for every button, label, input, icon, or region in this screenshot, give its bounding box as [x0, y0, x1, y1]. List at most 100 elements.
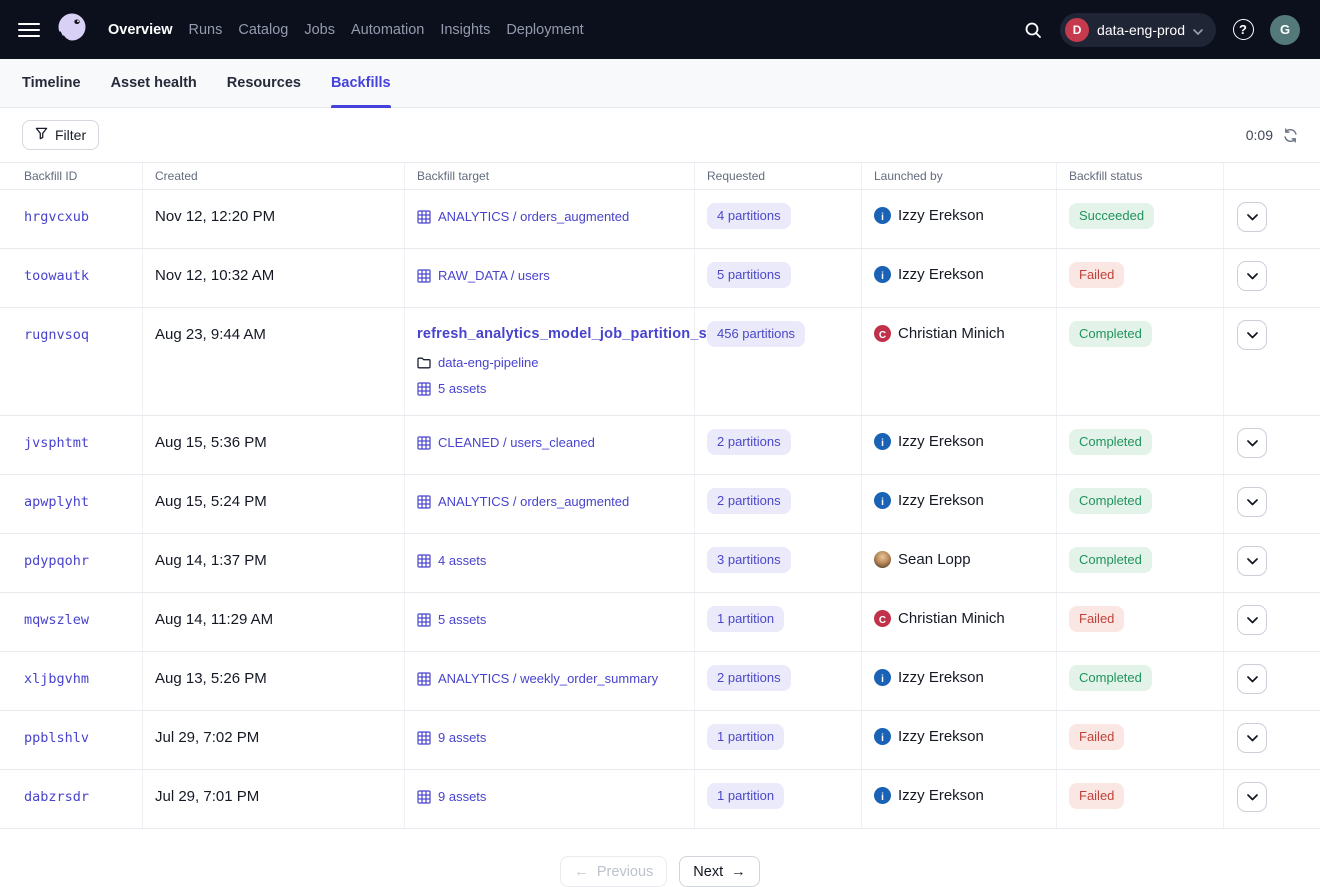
backfill-id-link[interactable]: xljbgvhm: [24, 671, 89, 687]
previous-page-button[interactable]: ← Previous: [560, 856, 667, 887]
backfill-status-badge: Failed: [1069, 783, 1124, 809]
tab-backfills[interactable]: Backfills: [331, 59, 391, 107]
created-timestamp: Nov 12, 10:32 AM: [155, 267, 274, 284]
nav-item-runs[interactable]: Runs: [189, 22, 223, 38]
target-link[interactable]: 9 assets: [438, 727, 486, 748]
tab-asset-health[interactable]: Asset health: [111, 59, 197, 107]
table-body: hrgvcxub Nov 12, 12:20 PM ANALYTICS / or…: [0, 190, 1320, 829]
requested-partitions-badge: 2 partitions: [707, 429, 791, 455]
backfill-target-cell: RAW_DATA / users: [405, 249, 695, 307]
search-icon[interactable]: [1018, 15, 1048, 45]
row-actions-dropdown-button[interactable]: [1237, 487, 1267, 517]
job-partition-set-link[interactable]: refresh_analytics_model_job_partition_se…: [417, 324, 720, 345]
nav-item-automation[interactable]: Automation: [351, 22, 424, 38]
launched-by: i Izzy Erekson: [874, 667, 1044, 688]
target-link[interactable]: CLEANED / users_cleaned: [438, 432, 595, 453]
backfill-id-link[interactable]: ppblshlv: [24, 730, 89, 746]
backfill-id-link[interactable]: toowautk: [24, 268, 89, 284]
overview-tabbar: Timeline Asset health Resources Backfills: [0, 59, 1320, 108]
backfill-id-link[interactable]: rugnvsoq: [24, 327, 89, 343]
target-link[interactable]: data-eng-pipeline: [438, 352, 538, 373]
created-timestamp: Aug 14, 11:29 AM: [155, 611, 273, 628]
asset-grid-icon: [417, 554, 431, 568]
backfill-id-link[interactable]: hrgvcxub: [24, 209, 89, 225]
created-timestamp: Aug 14, 1:37 PM: [155, 552, 267, 569]
chevron-down-icon: [1247, 214, 1258, 221]
row-actions-dropdown-button[interactable]: [1237, 202, 1267, 232]
backfill-id-link[interactable]: mqwszlew: [24, 612, 89, 628]
dagster-logo-icon[interactable]: [52, 9, 92, 51]
workspace-selector[interactable]: D data-eng-prod: [1060, 13, 1216, 47]
tab-timeline[interactable]: Timeline: [22, 59, 81, 107]
nav-item-overview[interactable]: Overview: [108, 22, 173, 38]
primary-nav: Overview Runs Catalog Jobs Automation Insight…: [108, 22, 584, 38]
nav-item-deployment[interactable]: Deployment: [506, 22, 583, 38]
asset-grid-icon: [417, 790, 431, 804]
next-page-button[interactable]: Next →: [679, 856, 759, 887]
launched-by-name: Sean Lopp: [898, 549, 971, 570]
user-avatar-icon: C: [874, 325, 891, 342]
launched-by-name: Izzy Erekson: [898, 205, 984, 226]
filter-button[interactable]: Filter: [22, 120, 99, 150]
target-link[interactable]: 5 assets: [438, 378, 486, 399]
backfill-id-link[interactable]: apwplyht: [24, 494, 89, 510]
help-icon[interactable]: ?: [1228, 15, 1258, 45]
nav-item-jobs[interactable]: Jobs: [304, 22, 335, 38]
user-avatar-icon: i: [874, 207, 891, 224]
target-link[interactable]: ANALYTICS / orders_augmented: [438, 491, 629, 512]
target-link[interactable]: 4 assets: [438, 550, 486, 571]
row-actions-dropdown-button[interactable]: [1237, 664, 1267, 694]
refresh-icon[interactable]: [1281, 126, 1300, 145]
target-link[interactable]: ANALYTICS / orders_augmented: [438, 206, 629, 227]
navbar-right-group: D data-eng-prod ? G: [1018, 13, 1300, 47]
backfill-target-cell: ANALYTICS / weekly_order_summary: [405, 652, 695, 710]
backfill-row: apwplyht Aug 15, 5:24 PM ANALYTICS / ord…: [0, 475, 1320, 534]
backfill-status-badge: Failed: [1069, 606, 1124, 632]
launched-by: C Christian Minich: [874, 323, 1044, 344]
column-header-backfill-status: Backfill status: [1057, 163, 1224, 189]
target-link[interactable]: 5 assets: [438, 609, 486, 630]
user-avatar-icon: i: [874, 787, 891, 804]
chevron-down-icon: [1247, 735, 1258, 742]
row-actions-dropdown-button[interactable]: [1237, 782, 1267, 812]
pagination: ← Previous Next →: [0, 829, 1320, 887]
menu-button[interactable]: [18, 23, 40, 37]
chevron-down-icon: [1247, 273, 1258, 280]
row-actions-dropdown-button[interactable]: [1237, 261, 1267, 291]
asset-grid-icon: [417, 495, 431, 509]
user-avatar[interactable]: G: [1270, 15, 1300, 45]
asset-grid-icon: [417, 210, 431, 224]
row-actions-dropdown-button[interactable]: [1237, 546, 1267, 576]
tab-resources[interactable]: Resources: [227, 59, 301, 107]
user-avatar-icon: i: [874, 492, 891, 509]
chevron-down-icon: [1247, 440, 1258, 447]
previous-label: Previous: [597, 864, 653, 880]
target-link[interactable]: 9 assets: [438, 786, 486, 807]
nav-item-insights[interactable]: Insights: [440, 22, 490, 38]
row-actions-dropdown-button[interactable]: [1237, 320, 1267, 350]
backfills-toolbar: Filter 0:09: [0, 108, 1320, 162]
backfill-status-badge: Failed: [1069, 724, 1124, 750]
target-link[interactable]: ANALYTICS / weekly_order_summary: [438, 668, 658, 689]
row-actions-dropdown-button[interactable]: [1237, 428, 1267, 458]
column-header-backfill-id: Backfill ID: [0, 163, 143, 189]
column-header-backfill-target: Backfill target: [405, 163, 695, 189]
folder-icon: [417, 357, 431, 369]
target-link[interactable]: RAW_DATA / users: [438, 265, 550, 286]
backfill-id-link[interactable]: jvsphtmt: [24, 435, 89, 451]
filter-button-label: Filter: [55, 127, 86, 143]
backfill-id-link[interactable]: dabzrsdr: [24, 789, 89, 805]
backfill-target-cell: 5 assets: [405, 593, 695, 651]
row-actions-dropdown-button[interactable]: [1237, 723, 1267, 753]
arrow-right-icon: →: [731, 864, 746, 880]
nav-item-catalog[interactable]: Catalog: [238, 22, 288, 38]
row-actions-dropdown-button[interactable]: [1237, 605, 1267, 635]
workspace-name: data-eng-prod: [1097, 22, 1185, 38]
user-avatar-icon: i: [874, 669, 891, 686]
backfill-row: hrgvcxub Nov 12, 12:20 PM ANALYTICS / or…: [0, 190, 1320, 249]
requested-partitions-badge: 2 partitions: [707, 488, 791, 514]
requested-partitions-badge: 4 partitions: [707, 203, 791, 229]
launched-by: i Izzy Erekson: [874, 490, 1044, 511]
chevron-down-icon: [1247, 558, 1258, 565]
backfill-id-link[interactable]: pdypqohr: [24, 553, 89, 569]
